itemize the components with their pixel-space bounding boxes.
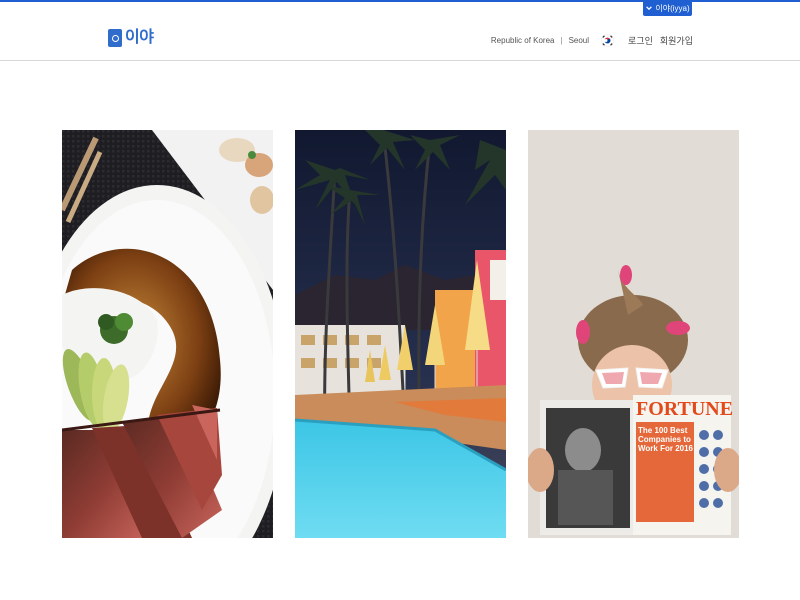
food-photo <box>62 130 273 538</box>
reader-photo: FORTUNE The 100 Best Companies to Work F… <box>528 130 739 538</box>
location-country: Republic of Korea <box>490 36 555 45</box>
image-card-food[interactable] <box>62 130 273 538</box>
pool-photo <box>295 130 506 538</box>
login-link[interactable]: 로그인 <box>628 34 653 47</box>
magazine-headline: The 100 Best Companies to Work For 2016 <box>638 426 693 453</box>
korea-flag-icon[interactable] <box>601 34 614 47</box>
location-separator: | <box>560 36 563 45</box>
logo-icon <box>108 29 122 47</box>
image-card-reader[interactable]: FORTUNE The 100 Best Companies to Work F… <box>528 130 739 538</box>
signup-link[interactable]: 회원가입 <box>660 34 693 47</box>
image-card-pool[interactable] <box>295 130 506 538</box>
site-header: 이야 Republic of Korea | Seoul 로그인 회원가입 <box>0 2 800 61</box>
site-logo[interactable]: 이야 <box>108 29 154 47</box>
logo-text: 이야 <box>125 29 154 46</box>
magazine-title: FORTUNE <box>636 398 733 420</box>
location-city: Seoul <box>568 36 590 45</box>
header-nav: Republic of Korea | Seoul 로그인 회원가입 <box>491 34 693 47</box>
